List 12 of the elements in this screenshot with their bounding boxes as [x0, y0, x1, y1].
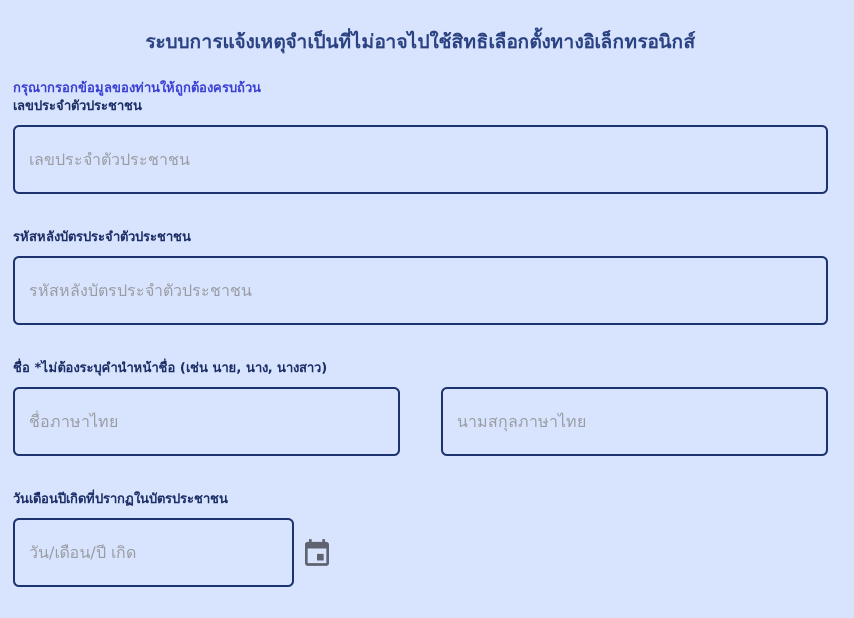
date-input-field[interactable]: วัน/เดือน/ปี เกิด: [13, 518, 294, 587]
input-field[interactable]: ชื่อภาษาไทย: [13, 387, 400, 456]
field-label: วันเดือนปีเกิดที่ปรากฏในบัตรประชาชน: [13, 491, 828, 509]
input-field[interactable]: นามสกุลภาษาไทย: [441, 387, 828, 456]
input-field[interactable]: เลขประจำตัวประชาชน: [13, 125, 828, 194]
field-label: รหัสหลังบัตรประจำตัวประชาชน: [13, 229, 192, 247]
field-label: เลขประจำตัวประชาชน: [13, 98, 143, 116]
page-title: ระบบการแจ้งเหตุจำเป็นที่ไม่อาจไปใช้สิทธิเลือกตั้งทางอิเล็กทรอนิกส์: [13, 28, 828, 56]
instruction-text: กรุณากรอกข้อมูลของท่านให้ถูกต้องครบถ้วน: [13, 80, 262, 98]
calendar-icon[interactable]: [305, 539, 329, 566]
field-label: ชื่อ *ไม่ต้องระบุคำนำหน้าชื่อ (เช่น นาย, นาง, นางสาว): [13, 360, 828, 378]
input-field[interactable]: รหัสหลังบัตรประจำตัวประชาชน: [13, 256, 828, 325]
